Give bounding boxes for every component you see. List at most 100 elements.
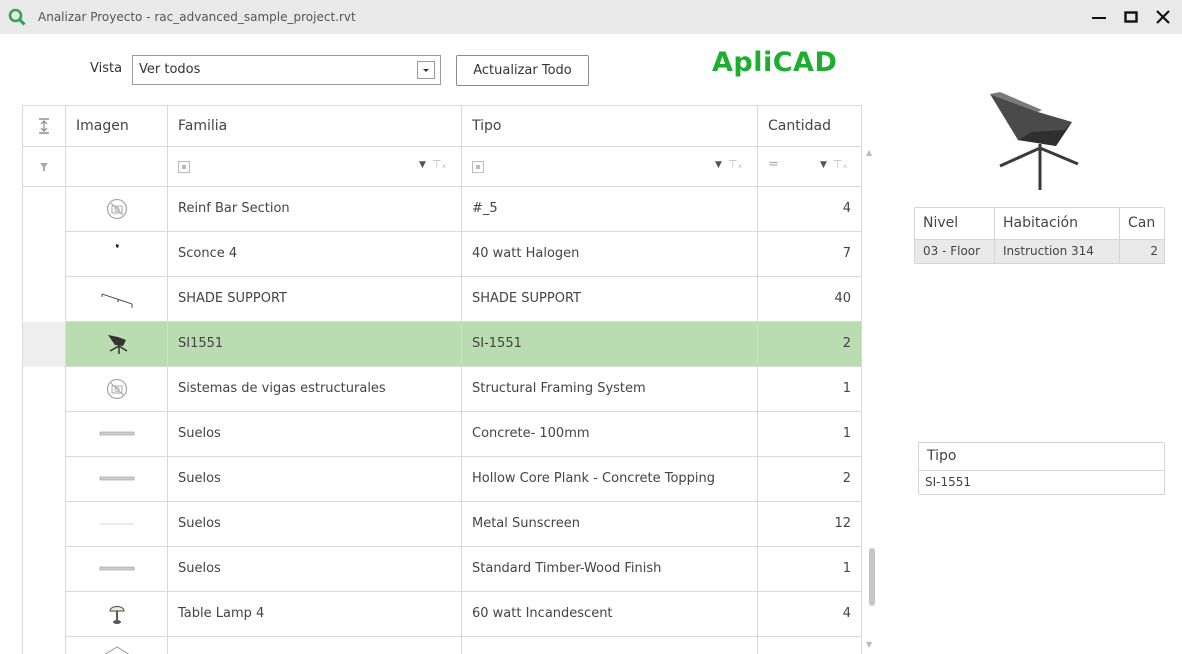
- column-header-quantity[interactable]: Cantidad: [758, 105, 862, 147]
- location-header-level[interactable]: Nivel: [915, 208, 995, 240]
- table-row-selected[interactable]: SI1551 SI-1551 2: [66, 322, 862, 367]
- location-header-count[interactable]: Can: [1120, 208, 1165, 240]
- type-cell[interactable]: Standard Timber-Wood Finish: [462, 547, 758, 592]
- type-cell[interactable]: Metal Sunscreen: [462, 502, 758, 547]
- family-cell[interactable]: Sistemas de vigas estructurales: [168, 367, 462, 412]
- type-cell[interactable]: Hollow Core Plank - Concrete Topping: [462, 457, 758, 502]
- filter-dropdown-caret-icon[interactable]: ▼: [419, 160, 426, 170]
- image-cell[interactable]: [66, 232, 168, 277]
- image-cell[interactable]: [66, 322, 168, 367]
- expand-vertical-icon: [39, 118, 49, 134]
- quantity-cell[interactable]: 40: [758, 277, 862, 322]
- filter-row-indicator: [22, 147, 66, 187]
- no-image-icon: [106, 378, 128, 400]
- location-cell-room[interactable]: Instruction 314: [995, 240, 1120, 264]
- image-cell[interactable]: [66, 277, 168, 322]
- column-header-type[interactable]: Tipo: [462, 105, 758, 147]
- filter-cell-image: [66, 147, 168, 187]
- type-cell[interactable]: SHADE SUPPORT: [462, 277, 758, 322]
- vista-dropdown[interactable]: Ver todos: [132, 55, 441, 85]
- update-all-button[interactable]: Actualizar Todo: [456, 55, 589, 86]
- table-row[interactable]: Suelos Standard Timber-Wood Finish 1: [66, 547, 862, 592]
- image-cell[interactable]: [66, 502, 168, 547]
- family-cell[interactable]: SI1551: [168, 322, 462, 367]
- floor-slab-icon: [99, 429, 135, 439]
- clear-filter-icon[interactable]: ⊤ₓ: [432, 158, 446, 171]
- quantity-cell[interactable]: 4: [758, 187, 862, 232]
- vertical-scrollbar-thumb[interactable]: [869, 548, 875, 606]
- family-cell[interactable]: Suelos: [168, 547, 462, 592]
- image-cell[interactable]: [66, 367, 168, 412]
- family-cell[interactable]: Suelos: [168, 502, 462, 547]
- type-cell[interactable]: [462, 637, 758, 654]
- quantity-cell[interactable]: 7: [758, 232, 862, 277]
- type-table-value[interactable]: SI-1551: [919, 471, 1165, 495]
- image-cell[interactable]: [66, 412, 168, 457]
- filter-condition-icon[interactable]: [178, 161, 190, 173]
- type-table: Tipo SI-1551: [918, 442, 1165, 495]
- table-lamp-icon: [106, 602, 128, 626]
- chair-preview-image: [990, 92, 1079, 190]
- clear-filter-icon[interactable]: ⊤ₓ: [728, 158, 742, 171]
- sconce-icon: [106, 243, 128, 265]
- table-row[interactable]: Suelos Metal Sunscreen 12: [66, 502, 862, 547]
- type-table-header[interactable]: Tipo: [919, 443, 1165, 471]
- family-cell[interactable]: Suelos: [168, 412, 462, 457]
- filter-condition-icon[interactable]: [472, 161, 484, 173]
- table-row[interactable]: Table Lamp 4 60 watt Incandescent 4: [66, 592, 862, 637]
- column-header-family[interactable]: Familia: [168, 105, 462, 147]
- location-header-room[interactable]: Habitación: [995, 208, 1120, 240]
- type-cell[interactable]: Structural Framing System: [462, 367, 758, 412]
- minimize-button[interactable]: [1084, 2, 1114, 32]
- column-header-image[interactable]: Imagen: [66, 105, 168, 147]
- quantity-cell[interactable]: 1: [758, 367, 862, 412]
- type-cell[interactable]: 40 watt Halogen: [462, 232, 758, 277]
- type-cell[interactable]: SI-1551: [462, 322, 758, 367]
- type-cell[interactable]: Concrete- 100mm: [462, 412, 758, 457]
- quantity-cell[interactable]: 1: [758, 412, 862, 457]
- close-button[interactable]: [1148, 2, 1178, 32]
- table-row[interactable]: Suelos Hollow Core Plank - Concrete Toppi…: [66, 457, 862, 502]
- image-cell[interactable]: [66, 637, 168, 654]
- dropdown-arrow-button[interactable]: [417, 61, 435, 79]
- type-cell[interactable]: #_5: [462, 187, 758, 232]
- image-cell[interactable]: [66, 592, 168, 637]
- quantity-cell[interactable]: 2: [758, 457, 862, 502]
- table-row-partial[interactable]: [66, 637, 862, 654]
- filter-dropdown-caret-icon[interactable]: ▼: [715, 160, 722, 170]
- family-cell[interactable]: Reinf Bar Section: [168, 187, 462, 232]
- type-cell[interactable]: 60 watt Incandescent: [462, 592, 758, 637]
- quantity-cell[interactable]: 12: [758, 502, 862, 547]
- table-row[interactable]: Sistemas de vigas estructurales Structura…: [66, 367, 862, 412]
- scroll-down-arrow-icon[interactable]: ▼: [866, 640, 872, 649]
- chair-icon: [105, 332, 129, 356]
- image-cell[interactable]: [66, 547, 168, 592]
- filter-operator[interactable]: =: [768, 157, 779, 172]
- maximize-button[interactable]: [1116, 2, 1146, 32]
- image-cell[interactable]: [66, 457, 168, 502]
- image-cell[interactable]: [66, 187, 168, 232]
- family-cell[interactable]: Sconce 4: [168, 232, 462, 277]
- quantity-cell[interactable]: [758, 637, 862, 654]
- filter-cell-family[interactable]: ▼ ⊤ₓ: [168, 147, 462, 187]
- family-cell[interactable]: Suelos: [168, 457, 462, 502]
- table-row[interactable]: Sconce 4 40 watt Halogen 7: [66, 232, 862, 277]
- location-cell-count[interactable]: 2: [1120, 240, 1165, 264]
- brand-logo: ApliCAD: [712, 47, 838, 78]
- quantity-cell[interactable]: 4: [758, 592, 862, 637]
- expand-rows-button[interactable]: [22, 105, 66, 147]
- scroll-up-arrow-icon[interactable]: ▲: [866, 148, 872, 157]
- table-row[interactable]: SHADE SUPPORT SHADE SUPPORT 40: [66, 277, 862, 322]
- clear-filter-icon[interactable]: ⊤ₓ: [833, 158, 847, 171]
- family-cell[interactable]: Table Lamp 4: [168, 592, 462, 637]
- quantity-cell[interactable]: 1: [758, 547, 862, 592]
- table-row[interactable]: Suelos Concrete- 100mm 1: [66, 412, 862, 457]
- filter-dropdown-caret-icon[interactable]: ▼: [820, 160, 827, 170]
- filter-cell-type[interactable]: ▼ ⊤ₓ: [462, 147, 758, 187]
- family-cell[interactable]: [168, 637, 462, 654]
- family-cell[interactable]: SHADE SUPPORT: [168, 277, 462, 322]
- filter-cell-quantity[interactable]: = ▼ ⊤ₓ: [758, 147, 862, 187]
- table-row[interactable]: Reinf Bar Section #_5 4: [66, 187, 862, 232]
- quantity-cell[interactable]: 2: [758, 322, 862, 367]
- location-cell-level[interactable]: 03 - Floor: [915, 240, 995, 264]
